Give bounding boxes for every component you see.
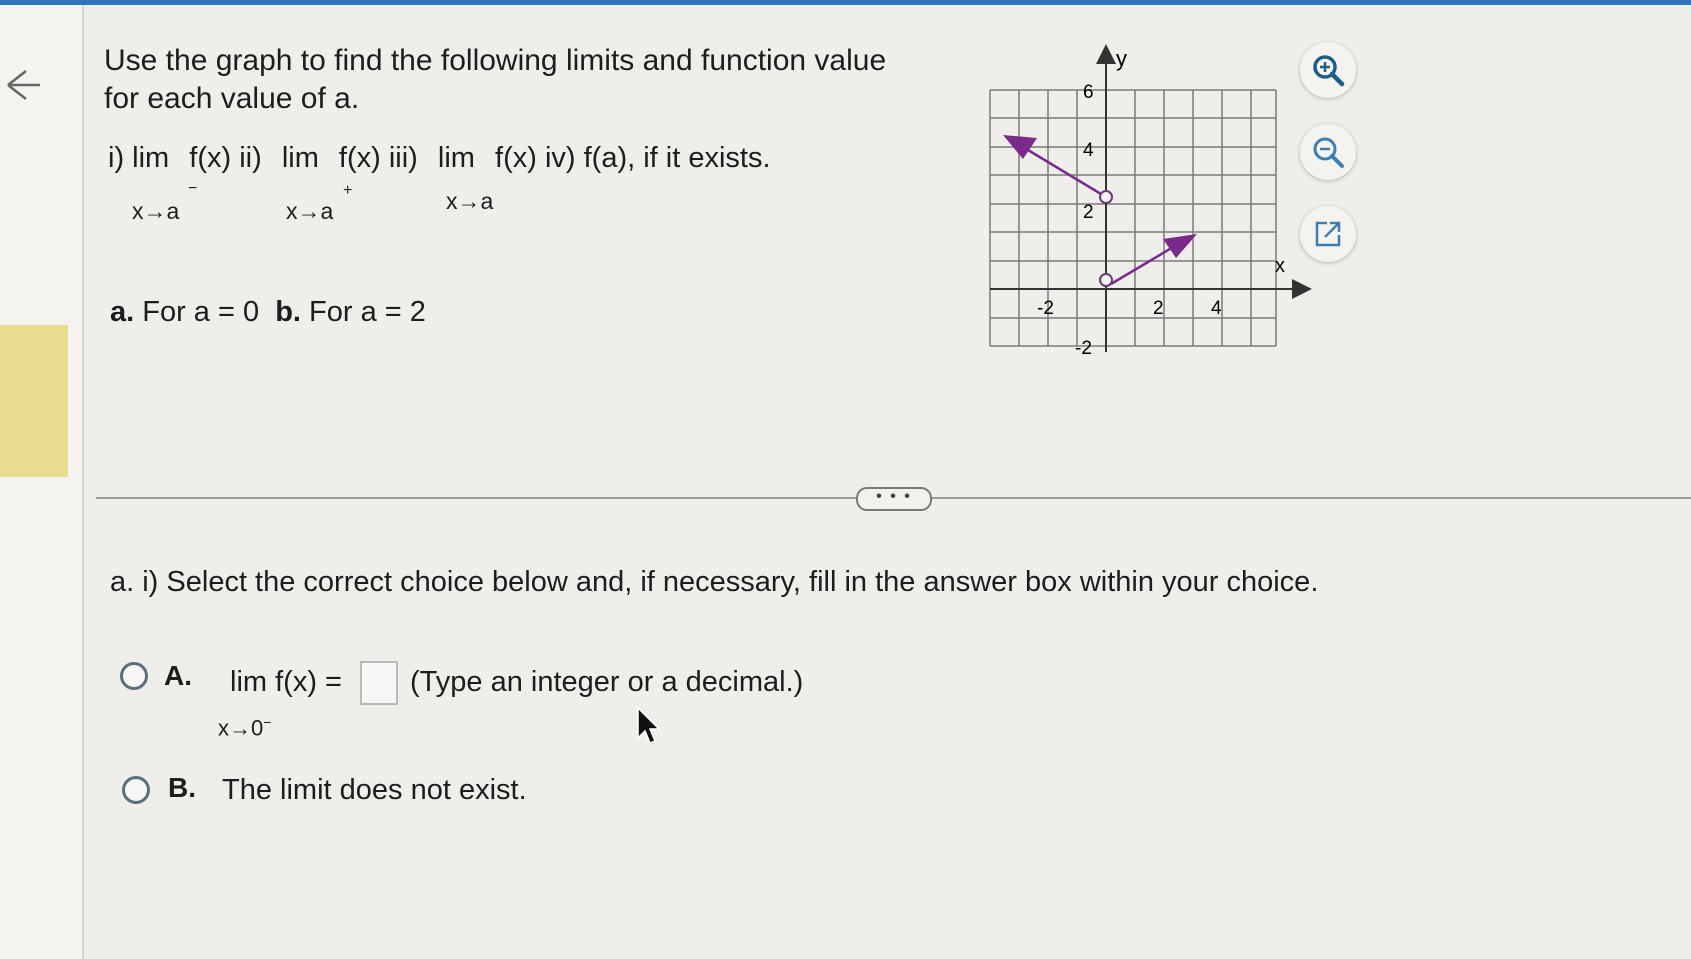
item-i-subscript: x→a — [132, 198, 180, 224]
option-a-answer-input[interactable] — [360, 661, 398, 705]
part-b-text: For a = 2 — [309, 296, 426, 328]
instruction-text: a. i) Select the correct choice below an… — [110, 566, 1319, 598]
part-a-label: a. — [110, 296, 135, 328]
option-b-text: The limit does not exist. — [222, 774, 527, 806]
item-iii-subscript: x→a — [446, 188, 494, 214]
item-i-lim: i) lim — [108, 142, 170, 174]
y-axis-label: y — [1116, 46, 1127, 71]
y-tick-6: 6 — [1083, 82, 1094, 103]
item-ii-superscript: + — [343, 182, 353, 199]
x-axis-label: x — [1275, 255, 1285, 277]
x-tick-4: 4 — [1211, 298, 1222, 319]
item-i-superscript: − — [188, 180, 198, 197]
y-tick-neg2: -2 — [1075, 338, 1092, 359]
part-a-text: For a = 0 — [142, 296, 260, 328]
item-ii-subscript: x→a — [286, 198, 334, 224]
question-line-2: for each value of a. — [104, 82, 360, 115]
open-circle-right — [1099, 273, 1113, 287]
zoom-out-button[interactable] — [1300, 124, 1356, 180]
limit-items: i) lim f(x) ii) lim f(x) iii) lim f(x) i… — [108, 142, 771, 175]
right-line-segment — [1110, 241, 1181, 286]
zoom-in-icon — [1313, 55, 1345, 87]
external-link-icon — [1315, 221, 1341, 247]
item-ii-lim: lim — [281, 142, 319, 174]
right-arrowhead — [1163, 234, 1197, 258]
item-ii-fx: f(x) iii) — [338, 142, 418, 174]
question-line-1: Use the graph to find the following limi… — [104, 44, 887, 77]
parts-line: a. For a = 0 b. For a = 2 — [110, 296, 426, 329]
part-b-label: b. — [275, 296, 301, 328]
mouse-cursor-icon — [637, 706, 661, 744]
option-a-hint: (Type an integer or a decimal.) — [410, 666, 804, 698]
x-tick-2: 2 — [1153, 298, 1164, 319]
left-panel — [0, 5, 84, 959]
back-arrow-icon[interactable] — [4, 65, 44, 105]
y-tick-2: 2 — [1083, 202, 1094, 223]
option-a-subscript: x→0− — [218, 714, 271, 741]
option-a-subscript-text: x→0 — [218, 715, 264, 741]
expand-collapse-button[interactable]: • • • — [856, 487, 932, 511]
item-iii-fx: f(x) iv) f(a), if it exists. — [495, 142, 771, 174]
x-tick-neg2: -2 — [1037, 298, 1054, 319]
option-b-label: B. — [168, 772, 196, 803]
option-a-radio[interactable] — [120, 662, 148, 690]
zoom-out-icon — [1313, 137, 1344, 168]
open-in-new-window-button[interactable] — [1300, 206, 1356, 262]
function-graph: x y 6 4 2 -2 -2 2 4 — [989, 44, 1312, 359]
y-tick-4: 4 — [1083, 140, 1094, 161]
option-a-limit: lim f(x) = — [230, 666, 342, 698]
item-iii-lim: lim — [437, 142, 475, 174]
open-circle-left — [1099, 190, 1113, 204]
option-a-label: A. — [164, 660, 192, 691]
question-marker-tab[interactable] — [0, 325, 68, 477]
grid — [989, 89, 1277, 347]
option-a-superscript: − — [263, 714, 272, 730]
option-b-radio[interactable] — [122, 776, 150, 804]
question-text: Use the graph to find the following limi… — [104, 42, 944, 118]
zoom-in-button[interactable] — [1300, 42, 1356, 98]
item-i-fx: f(x) ii) — [189, 142, 262, 174]
